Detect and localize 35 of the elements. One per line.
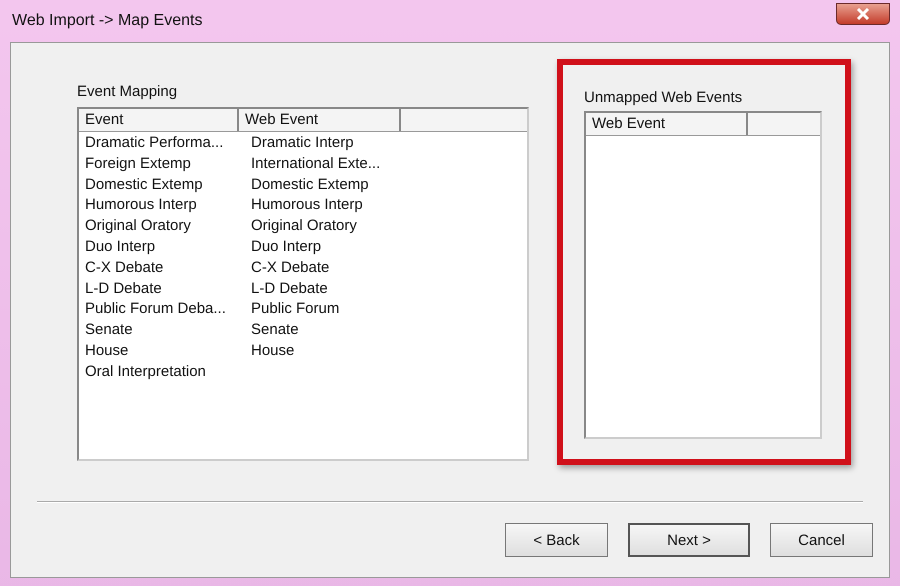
unmapped-events-list[interactable]: Web Event [584, 111, 822, 439]
event-cell-text: Humorous Interp [84, 196, 198, 216]
web-event-cell-text: House [250, 342, 296, 361]
event-cell-text: Domestic Extemp [84, 176, 204, 195]
dialog-button[interactable]: Next > [628, 523, 750, 557]
web-event-cell-text: Duo Interp [250, 238, 322, 257]
web-event-cell-text: Domestic Extemp [250, 176, 370, 195]
event-cell-text: L-D Debate [84, 280, 163, 299]
event-cell-text: Public Forum Deba... [84, 300, 227, 320]
column-header[interactable]: Web Event [239, 109, 401, 131]
event-cell-text: Dramatic Performa... [84, 134, 224, 153]
web-event-cell-text: Original Oratory [250, 217, 358, 236]
event-mapping-list[interactable] [77, 107, 529, 461]
event-cell-text: C-X Debate [84, 258, 164, 278]
section-label: Unmapped Web Events [584, 89, 744, 108]
event-cell-text: House [84, 342, 130, 361]
section-label: Event Mapping [77, 83, 178, 102]
web-event-cell-text: Public Forum [250, 300, 340, 320]
web-event-cell-text: Senate [250, 321, 300, 340]
event-cell-text: Foreign Extemp [84, 154, 192, 174]
web-event-cell-text: L-D Debate [250, 280, 329, 299]
web-event-cell-text: Humorous Interp [250, 196, 364, 216]
dialog-button[interactable]: Cancel [770, 523, 873, 557]
web-event-cell-text: Dramatic Interp [250, 134, 355, 153]
dialog-button[interactable]: < Back [505, 523, 608, 557]
close-button[interactable] [836, 3, 890, 25]
close-icon [856, 8, 870, 20]
window-title: Web Import -> Map Events [11, 12, 202, 30]
column-header[interactable]: Event [79, 109, 239, 131]
event-cell-text: Senate [84, 321, 134, 340]
event-cell-text: Original Oratory [84, 217, 192, 236]
web-event-cell-text: C-X Debate [250, 258, 330, 278]
event-cell-text: Oral Interpretation [84, 362, 207, 382]
event-cell-text: Duo Interp [84, 238, 156, 257]
web-event-cell-text: International Exte... [250, 154, 382, 174]
